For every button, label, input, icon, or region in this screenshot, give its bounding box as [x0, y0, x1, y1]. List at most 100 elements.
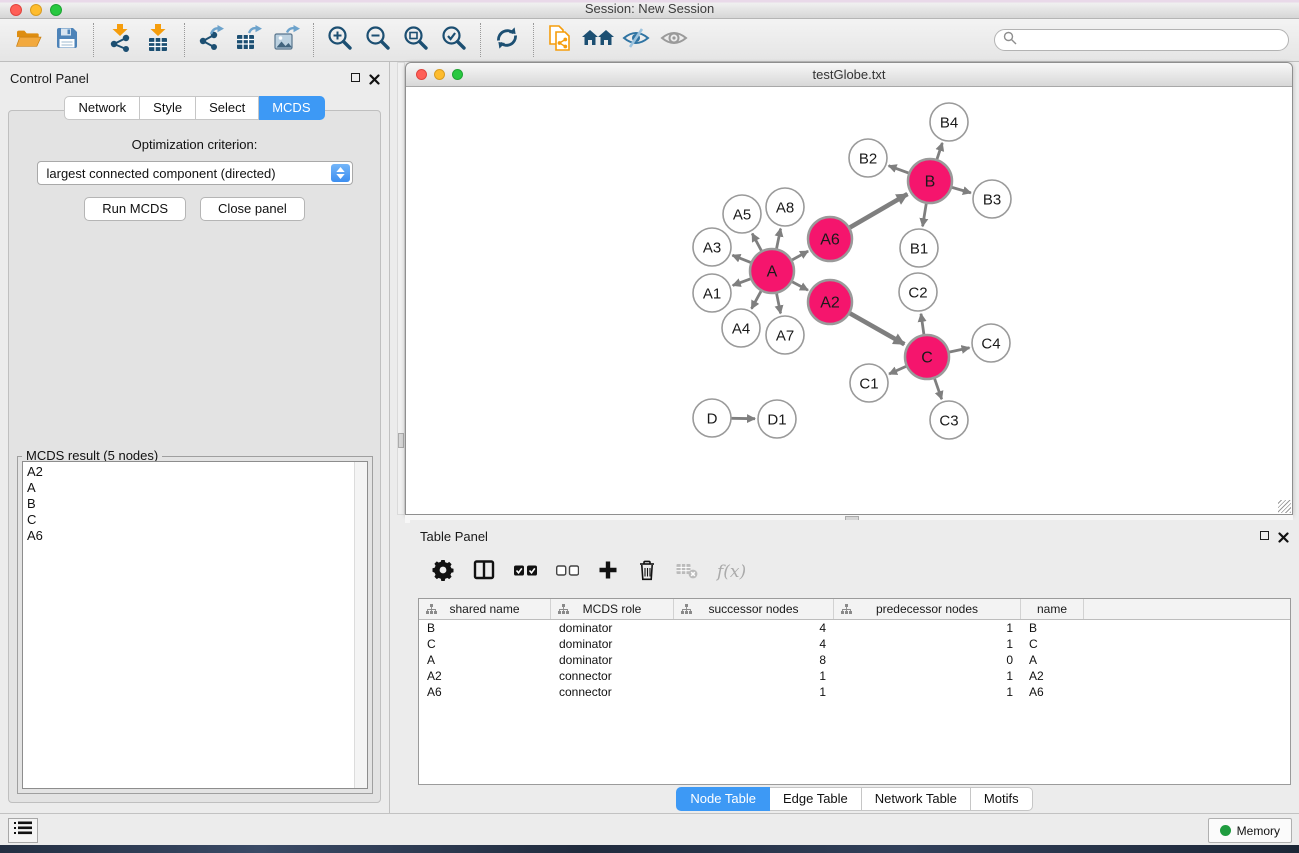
column-header-successor-nodes[interactable]: successor nodes	[674, 599, 834, 619]
tab-edge-table[interactable]: Edge Table	[770, 787, 862, 811]
graph-edge-B-B1[interactable]	[923, 203, 927, 227]
network-zoom-button[interactable]	[452, 69, 463, 80]
window-resize-grip[interactable]	[1278, 500, 1291, 513]
result-list-item[interactable]: A	[27, 480, 367, 496]
refresh-view-button[interactable]	[488, 21, 526, 59]
search-input[interactable]	[1022, 33, 1280, 47]
graph-node-A7[interactable]: A7	[766, 316, 804, 354]
column-header-name[interactable]: name	[1021, 599, 1084, 619]
delete-table-button[interactable]	[676, 560, 698, 585]
result-list-item[interactable]: B	[27, 496, 367, 512]
graph-edge-A-A8[interactable]	[776, 229, 780, 250]
graph-edge-A-A6[interactable]	[791, 251, 808, 260]
delete-row-button[interactable]	[637, 559, 657, 586]
graph-edge-C-C1[interactable]	[889, 366, 907, 374]
graph-node-A5[interactable]: A5	[723, 195, 761, 233]
graph-node-B3[interactable]: B3	[973, 180, 1011, 218]
node-table[interactable]: shared nameMCDS rolesuccessor nodesprede…	[418, 598, 1291, 785]
graph-edge-B-B2[interactable]	[889, 166, 910, 174]
import-table-button[interactable]	[139, 21, 177, 59]
result-list-item[interactable]: C	[27, 512, 367, 528]
graph-node-A2[interactable]: A2	[808, 280, 852, 324]
graph-node-C4[interactable]: C4	[972, 324, 1010, 362]
search-box[interactable]	[994, 29, 1289, 51]
float-panel-icon[interactable]	[351, 73, 360, 82]
show-all-button[interactable]	[655, 21, 693, 59]
graph-node-B4[interactable]: B4	[930, 103, 968, 141]
zoom-in-button[interactable]	[321, 21, 359, 59]
graph-edge-A-A5[interactable]	[752, 234, 762, 252]
graph-node-C2[interactable]: C2	[899, 273, 937, 311]
table-row[interactable]: Bdominator41B	[419, 620, 1290, 636]
graph-edge-A-A4[interactable]	[752, 290, 762, 308]
close-window-button[interactable]	[10, 4, 22, 16]
import-network-button[interactable]	[101, 21, 139, 59]
minimize-window-button[interactable]	[30, 4, 42, 16]
select-all-button[interactable]	[514, 563, 537, 581]
graph-edge-A-A1[interactable]	[733, 279, 752, 286]
column-header-predecessor-nodes[interactable]: predecessor nodes	[834, 599, 1021, 619]
graph-edge-A-A7[interactable]	[776, 293, 780, 314]
hide-selected-button[interactable]	[617, 21, 655, 59]
task-history-button[interactable]	[8, 818, 38, 843]
table-row[interactable]: Adominator80A	[419, 652, 1290, 668]
close-panel-icon[interactable]	[369, 72, 380, 83]
result-list-item[interactable]: A6	[27, 528, 367, 544]
graph-node-C1[interactable]: C1	[850, 364, 888, 402]
close-panel-icon[interactable]	[1278, 530, 1289, 541]
column-header-MCDS-role[interactable]: MCDS role	[551, 599, 674, 619]
vertical-scrollbar-thumb[interactable]	[398, 433, 404, 448]
graph-node-D1[interactable]: D1	[758, 400, 796, 438]
result-list-scrollbar[interactable]	[354, 462, 367, 788]
graph-node-C[interactable]: C	[905, 335, 949, 379]
graph-edge-B-B4[interactable]	[937, 143, 943, 160]
zoom-window-button[interactable]	[50, 4, 62, 16]
table-row[interactable]: Cdominator41C	[419, 636, 1290, 652]
close-panel-button[interactable]: Close panel	[200, 197, 305, 221]
run-mcds-button[interactable]: Run MCDS	[84, 197, 186, 221]
graph-node-A8[interactable]: A8	[766, 188, 804, 226]
criterion-dropdown[interactable]: largest connected component (directed)	[37, 161, 353, 185]
export-image-button[interactable]	[268, 21, 306, 59]
zoom-fit-button[interactable]	[397, 21, 435, 59]
result-list-item[interactable]: A2	[27, 464, 367, 480]
graph-node-A[interactable]: A	[750, 249, 794, 293]
table-row[interactable]: A2connector11A2	[419, 668, 1290, 684]
graph-edge-C-C2[interactable]	[921, 314, 924, 335]
graph-node-B2[interactable]: B2	[849, 139, 887, 177]
table-settings-button[interactable]	[432, 559, 454, 586]
graph-node-D[interactable]: D	[693, 399, 731, 437]
graph-edge-C-C4[interactable]	[949, 348, 970, 353]
tab-network[interactable]: Network	[64, 96, 140, 120]
function-builder-button[interactable]: f(x)	[717, 562, 746, 582]
graph-edge-A-A2[interactable]	[791, 281, 808, 290]
clone-network-button[interactable]	[541, 21, 579, 59]
graph-edge-A6-B[interactable]	[849, 194, 908, 228]
network-minimize-button[interactable]	[434, 69, 445, 80]
open-session-button[interactable]	[10, 21, 48, 59]
graph-node-A3[interactable]: A3	[693, 228, 731, 266]
graph-node-C3[interactable]: C3	[930, 401, 968, 439]
table-row[interactable]: A6connector11A6	[419, 684, 1290, 700]
graph-edge-A2-C[interactable]	[849, 313, 904, 344]
memory-button[interactable]: Memory	[1208, 818, 1292, 843]
show-columns-button[interactable]	[473, 559, 495, 586]
add-row-button[interactable]	[598, 560, 618, 585]
deselect-all-button[interactable]	[556, 563, 579, 581]
tab-select[interactable]: Select	[196, 96, 259, 120]
graph-node-B[interactable]: B	[908, 159, 952, 203]
tab-network-table[interactable]: Network Table	[862, 787, 971, 811]
float-panel-icon[interactable]	[1260, 531, 1269, 540]
network-close-button[interactable]	[416, 69, 427, 80]
graph-node-A4[interactable]: A4	[722, 309, 760, 347]
export-network-button[interactable]	[192, 21, 230, 59]
column-header-shared-name[interactable]: shared name	[419, 599, 551, 619]
first-neighbors-button[interactable]	[579, 21, 617, 59]
tab-style[interactable]: Style	[140, 96, 196, 120]
save-session-button[interactable]	[48, 21, 86, 59]
tab-mcds[interactable]: MCDS	[259, 96, 324, 120]
desktop-vertical-scrollbar[interactable]	[397, 62, 405, 515]
network-window-titlebar[interactable]: testGlobe.txt	[406, 63, 1292, 87]
graph-edge-A-A3[interactable]	[732, 255, 751, 263]
graph-node-A1[interactable]: A1	[693, 274, 731, 312]
